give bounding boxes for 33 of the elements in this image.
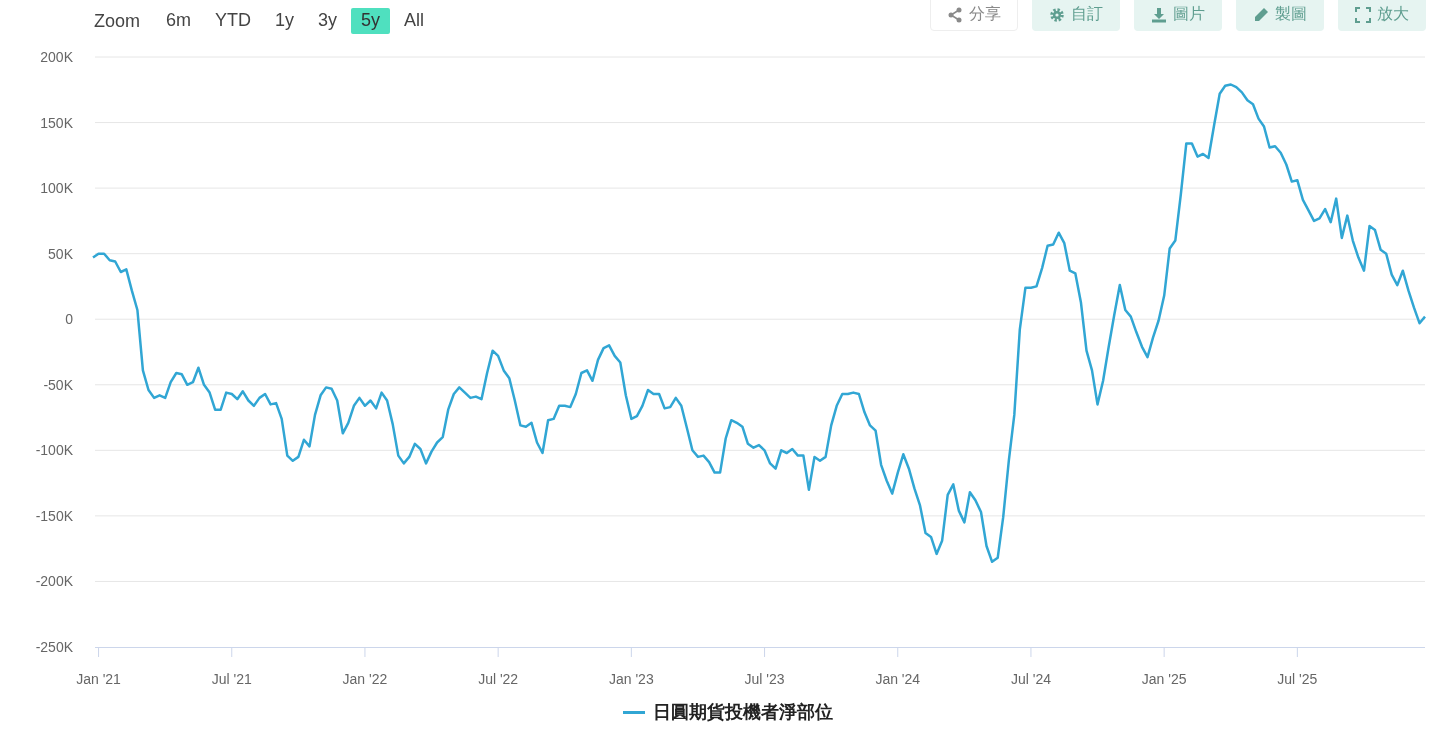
x-axis-label: Jan '24 [875, 671, 921, 687]
expand-icon [1355, 6, 1371, 23]
x-axis-label: Jul '21 [211, 671, 252, 687]
y-axis-label: 150K [40, 114, 73, 131]
download-icon [1151, 6, 1167, 23]
y-axis-label: -50K [43, 376, 73, 393]
y-axis-label: -100K [35, 442, 73, 459]
gear-icon [1049, 6, 1065, 23]
y-axis-label: -150K [35, 507, 73, 524]
y-axis-label: 100K [40, 180, 73, 197]
legend-label[interactable]: 日圓期貨投機者淨部位 [653, 700, 833, 724]
x-axis-label: Jul '24 [1010, 671, 1051, 687]
range-button[interactable]: YTD [205, 8, 262, 34]
y-axis-label: -200K [35, 573, 73, 590]
x-axis-label: Jan '22 [342, 671, 388, 687]
range-button[interactable]: All [394, 8, 435, 34]
x-axis-label: Jan '25 [1141, 671, 1187, 687]
x-axis-label: Jul '25 [1277, 671, 1318, 687]
x-axis-label: Jul '23 [744, 671, 785, 687]
share-icon [947, 6, 963, 23]
zoom-label: Zoom [94, 10, 140, 32]
range-button[interactable]: 6m [156, 8, 202, 34]
y-axis-label: 0 [65, 311, 73, 328]
y-axis-label: 50K [48, 245, 73, 262]
x-axis-label: Jul '22 [478, 671, 519, 687]
range-button[interactable]: 5y [351, 8, 391, 34]
x-axis-label: Jan '21 [76, 671, 121, 687]
range-button[interactable]: 3y [308, 8, 348, 34]
y-axis-label: -250K [35, 639, 73, 655]
pencil-icon [1253, 6, 1269, 23]
x-axis-label: Jan '23 [609, 671, 654, 687]
y-axis-label: 200K [40, 49, 73, 65]
range-button[interactable]: 1y [265, 8, 305, 34]
